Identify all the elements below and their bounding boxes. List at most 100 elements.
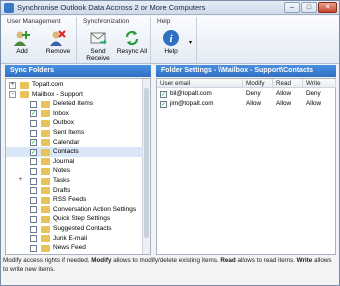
tree-row[interactable]: Junk E-mail [6, 234, 143, 244]
folder-checkbox[interactable] [30, 225, 37, 233]
folder-checkbox[interactable]: ✓ [30, 139, 37, 147]
sync-folders-header: Sync Folders [5, 65, 151, 77]
folder-icon [41, 119, 50, 127]
tree-row[interactable]: Sent Items [6, 128, 143, 138]
folder-icon [41, 244, 50, 252]
add-label: Add [16, 48, 28, 55]
folder-checkbox[interactable] [30, 177, 37, 185]
tree-row[interactable]: Outbox [6, 118, 143, 128]
folder-icon [20, 91, 29, 99]
send-receive-button[interactable]: Send Receive [81, 28, 115, 62]
folder-checkbox[interactable] [30, 187, 37, 195]
tree-row-label: Drafts [53, 186, 71, 194]
folder-checkbox[interactable] [30, 167, 37, 175]
folder-icon [20, 81, 29, 89]
col-modify[interactable]: Modify [243, 79, 273, 88]
folder-icon [41, 206, 50, 214]
help-button[interactable]: i Help [154, 28, 188, 62]
folder-checkbox[interactable] [30, 215, 37, 223]
resync-all-button[interactable]: Resync All [115, 28, 149, 62]
tree-row[interactable]: RSS Feeds [6, 195, 143, 205]
modify-cell[interactable]: Allow [246, 99, 261, 109]
app-window: Synchronise Outlook Data Accross 2 or Mo… [0, 0, 340, 286]
tree-row-label: Tasks [53, 177, 70, 184]
resync-icon [123, 29, 141, 47]
tree-row[interactable]: ✓ Inbox [6, 109, 143, 119]
folder-checkbox[interactable] [30, 235, 37, 243]
folder-checkbox[interactable]: ✓ [30, 110, 37, 118]
col-user-email[interactable]: User email [157, 79, 243, 88]
tree-row-label: News Feed [53, 244, 86, 252]
tree-row-label: Conversation Action Settings [53, 205, 137, 213]
close-button[interactable]: ✕ [318, 2, 337, 13]
maximize-button[interactable]: □ [301, 2, 317, 13]
tree-row-label: Notes [53, 167, 70, 175]
tree-row[interactable]: + Topalt.com [6, 80, 143, 90]
write-cell[interactable]: Deny [306, 89, 321, 99]
user-checkbox[interactable]: ✓ [160, 100, 167, 108]
col-read[interactable]: Read [273, 79, 303, 88]
tree-row[interactable]: Journal [6, 157, 143, 167]
tree-row[interactable]: Suggested Contacts [6, 224, 143, 234]
folder-icon [41, 110, 50, 118]
read-cell[interactable]: Allow [276, 89, 291, 99]
tree-row[interactable]: Drafts [6, 186, 143, 196]
help-dropdown-arrow-icon[interactable]: ▾ [189, 39, 192, 46]
folder-checkbox[interactable] [30, 129, 37, 137]
tree-row-label: Mailbox - Support [32, 90, 83, 98]
status-text: Modify access rights if needed. [3, 257, 92, 264]
folder-icon [41, 100, 50, 108]
folder-checkbox[interactable] [30, 158, 37, 166]
remove-button[interactable]: Remove [41, 28, 75, 62]
tree-row[interactable]: - Mailbox - Support [6, 90, 143, 100]
add-button[interactable]: Add [5, 28, 39, 62]
help-icon: i [162, 29, 180, 47]
tree-row[interactable]: ✓ Calendar [6, 138, 143, 148]
group-title: Help [157, 18, 171, 25]
scrollbar-thumb[interactable] [144, 88, 149, 238]
folder-settings-header: Folder Settings - \\Mailbox - Support\Co… [156, 65, 336, 77]
user-checkbox[interactable]: ✓ [160, 90, 167, 98]
tree-row[interactable]: Deleted Items [6, 99, 143, 109]
folder-checkbox[interactable]: ✓ [30, 148, 37, 156]
expand-icon[interactable]: + [9, 81, 16, 89]
user-email-cell: bil@topalt.com [170, 90, 212, 97]
send-receive-icon [89, 29, 107, 47]
write-cell[interactable]: Allow [306, 99, 321, 109]
folder-icon [41, 129, 50, 137]
expand-icon[interactable]: + [17, 177, 24, 185]
folder-icon [41, 177, 50, 185]
folder-checkbox[interactable] [30, 119, 37, 127]
sync-folders-tree[interactable]: + Topalt.com - Mailbox - Support Deleted Ite… [5, 78, 151, 255]
tree-row-label: Junk E-mail [53, 234, 87, 242]
status-text: allows to read items. [235, 257, 297, 264]
title-bar: Synchronise Outlook Data Accross 2 or Mo… [1, 1, 339, 15]
minimize-button[interactable]: – [284, 2, 300, 13]
tree-row[interactable]: Notes [6, 166, 143, 176]
status-bold: Modify [91, 257, 112, 264]
tree-row-label: Sent Items [53, 129, 85, 136]
folder-icon [41, 148, 50, 156]
folder-checkbox[interactable] [30, 244, 37, 252]
folder-icon [41, 196, 50, 204]
window-title: Synchronise Outlook Data Accross 2 or Mo… [17, 3, 206, 12]
col-write[interactable]: Write [303, 79, 336, 88]
tree-row[interactable]: News Feed [6, 243, 143, 253]
tree-row[interactable]: + Tasks [6, 176, 143, 186]
folder-icon [41, 187, 50, 195]
tree-row-label: Outbox [53, 119, 74, 127]
collapse-icon[interactable]: - [9, 91, 16, 99]
folder-icon [41, 235, 50, 243]
folder-icon [41, 215, 50, 223]
folder-checkbox[interactable] [30, 206, 37, 214]
user-email-cell: jim@topalt.com [170, 100, 214, 107]
group-help: Help i Help ▾ [153, 17, 197, 63]
modify-cell[interactable]: Deny [246, 89, 261, 99]
tree-row[interactable]: ✓ Contacts [6, 147, 143, 158]
tree-scrollbar[interactable] [142, 79, 150, 254]
tree-row[interactable]: Quick Step Settings [6, 214, 143, 224]
folder-checkbox[interactable] [30, 196, 37, 204]
tree-row[interactable]: Conversation Action Settings [6, 205, 143, 215]
read-cell[interactable]: Allow [276, 99, 291, 109]
folder-checkbox[interactable] [30, 100, 37, 108]
